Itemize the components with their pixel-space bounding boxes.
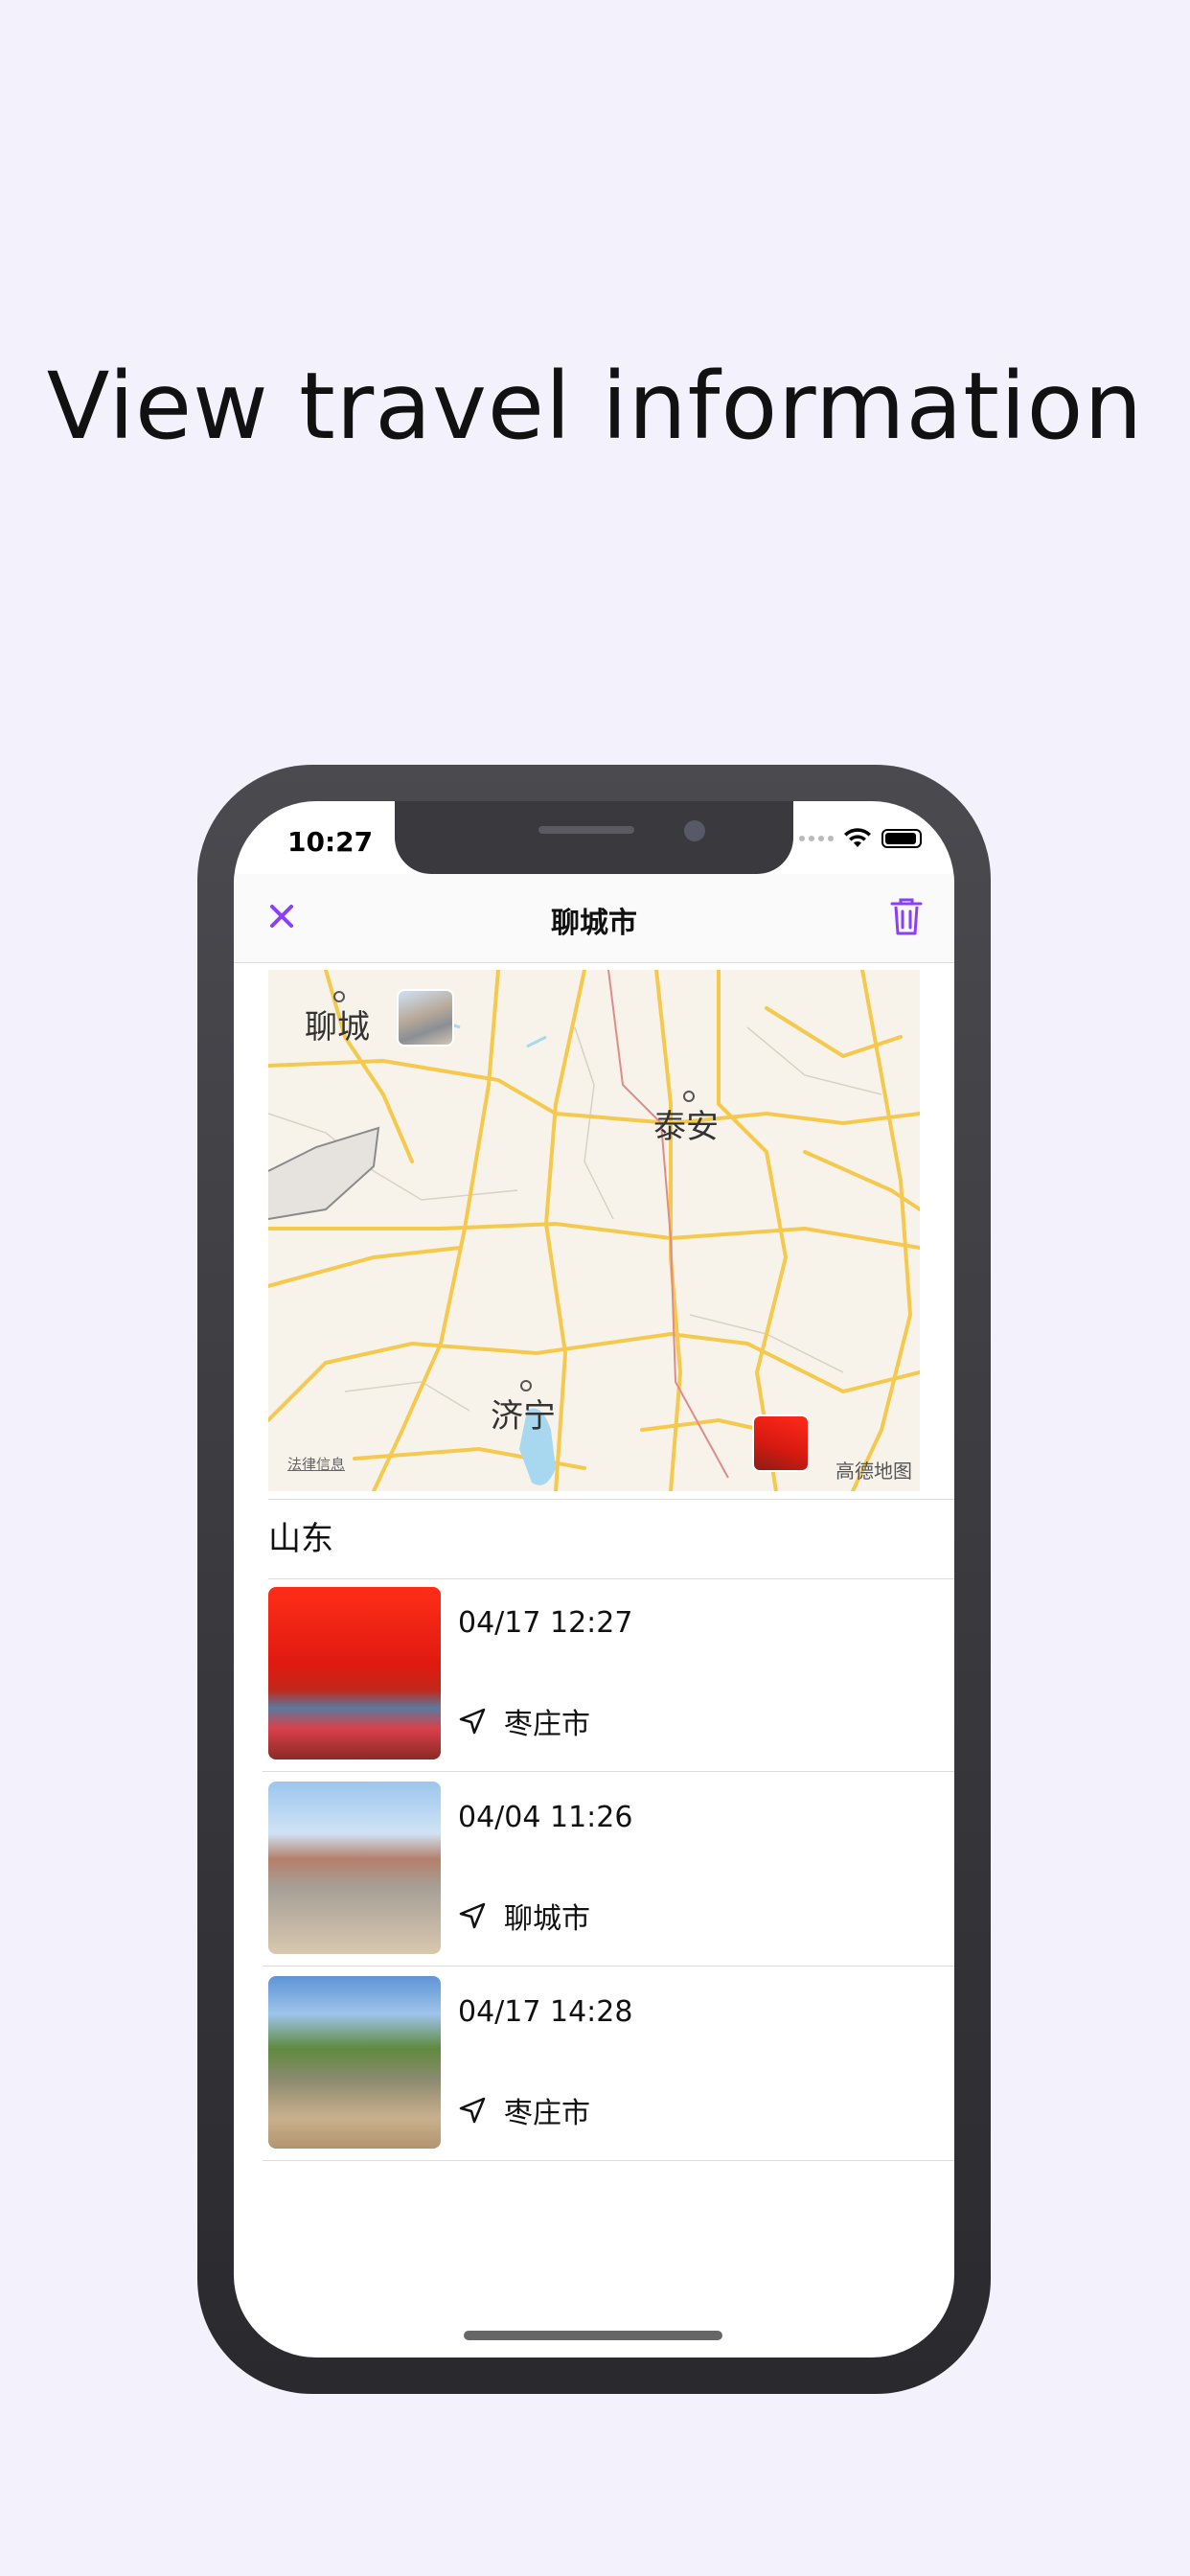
list-item[interactable]: 04/04 11:26 聊城市 xyxy=(263,1772,954,1966)
entry-location: 枣庄市 xyxy=(458,2089,590,2131)
status-time: 10:27 xyxy=(287,826,374,858)
entry-thumbnail xyxy=(268,1976,441,2149)
location-arrow-icon xyxy=(459,2097,486,2124)
entry-date: 04/17 12:27 xyxy=(458,1606,633,1640)
map-photo-pin-2[interactable] xyxy=(752,1414,810,1472)
entry-location-text: 枣庄市 xyxy=(504,1708,590,1741)
location-arrow-icon xyxy=(459,1902,486,1929)
page-headline: View travel information xyxy=(46,353,1144,460)
entry-location-text: 枣庄市 xyxy=(504,2097,590,2130)
map-provider-logo: 高德地图 xyxy=(835,1460,912,1483)
entry-location-text: 聊城市 xyxy=(504,1902,590,1936)
entry-location: 枣庄市 xyxy=(458,1700,590,1742)
navigation-bar: 聊城市 xyxy=(234,874,954,963)
entry-thumbnail xyxy=(268,1587,441,1760)
front-camera xyxy=(684,820,705,841)
notch xyxy=(395,801,793,874)
delete-button[interactable] xyxy=(887,895,926,937)
entry-thumbnail xyxy=(268,1782,441,1954)
map-label-3: 济宁 xyxy=(491,1397,556,1436)
entry-date: 04/17 14:28 xyxy=(458,1995,633,2029)
entry-date: 04/04 11:26 xyxy=(458,1801,633,1834)
status-icons xyxy=(799,828,922,849)
battery-icon xyxy=(881,829,922,848)
map-roads xyxy=(268,970,920,1491)
wifi-icon xyxy=(844,828,871,847)
location-arrow-icon xyxy=(459,1708,486,1735)
entries-list: 04/17 12:27 枣庄市 04/04 11:26 聊城市 04/17 14… xyxy=(263,1577,954,2161)
map-label-2: 泰安 xyxy=(653,1108,719,1146)
speaker xyxy=(538,826,634,834)
signal-icon xyxy=(799,836,834,841)
map-photo-pin-1[interactable] xyxy=(397,989,454,1046)
phone-frame: 10:27 聊城市 聊城 泰安 济宁 法律信息 高德地图 山东 04/17 12… xyxy=(197,765,991,2394)
trash-icon xyxy=(890,898,923,935)
list-item[interactable]: 04/17 12:27 枣庄市 xyxy=(263,1577,954,1772)
home-indicator[interactable] xyxy=(464,2331,722,2340)
section-header: 山东 xyxy=(268,1499,954,1579)
map-view[interactable]: 聊城 泰安 济宁 法律信息 高德地图 xyxy=(268,970,920,1491)
list-item[interactable]: 04/17 14:28 枣庄市 xyxy=(263,1966,954,2161)
nav-title: 聊城市 xyxy=(551,907,637,940)
entry-location: 聊城市 xyxy=(458,1895,590,1937)
map-legal-link[interactable]: 法律信息 xyxy=(287,1454,345,1474)
phone-screen: 10:27 聊城市 聊城 泰安 济宁 法律信息 高德地图 山东 04/17 12… xyxy=(234,801,954,2358)
map-label-1: 聊城 xyxy=(305,1008,370,1046)
